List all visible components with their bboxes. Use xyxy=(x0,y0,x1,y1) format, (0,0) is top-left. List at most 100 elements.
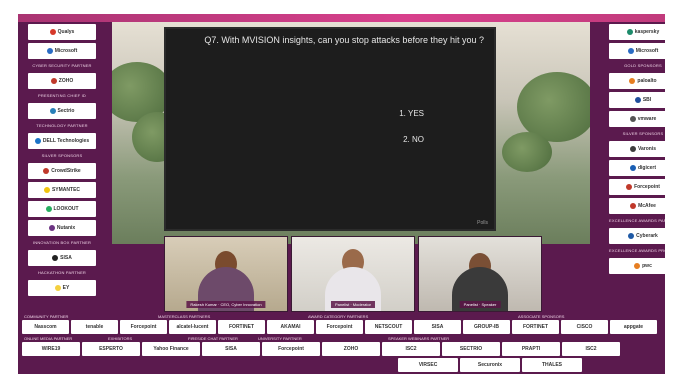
video-tile[interactable]: Panelist · Moderator xyxy=(291,236,415,312)
video-tile[interactable]: Panelist · Speaker xyxy=(418,236,542,312)
footer-sponsor-logo[interactable]: FORTINET xyxy=(512,320,559,334)
footer-sponsor-logo[interactable]: SECTRIO xyxy=(442,342,500,356)
logo-text: LOOKOUT xyxy=(53,206,79,212)
sponsor-logo[interactable]: SBI xyxy=(609,92,665,108)
logo-text: kaspersky xyxy=(634,29,660,35)
footer-sponsor-logo[interactable]: Nasscom xyxy=(22,320,69,334)
logo-text: digicert xyxy=(637,165,657,171)
sponsor-category-caption: SILVER SPONSORS xyxy=(41,153,83,158)
logo-mark-icon xyxy=(634,97,641,103)
logo-text: SYMANTEC xyxy=(51,187,81,193)
footer-sponsor-logo[interactable]: NETSCOUT xyxy=(365,320,412,334)
footer-sponsor-logo[interactable]: SISA xyxy=(414,320,461,334)
option-label: NO xyxy=(412,135,424,144)
footer-sponsor-logo[interactable]: Forcepoint xyxy=(262,342,320,356)
sponsor-category-caption: CYBER SECURITY PARTNER xyxy=(32,63,92,68)
footer-sponsor-logo[interactable]: tenable xyxy=(71,320,118,334)
sponsor-logo[interactable]: EY xyxy=(28,280,96,296)
footer-sponsor-logo[interactable]: THALES xyxy=(522,358,582,372)
participant-role: CEO, Cyber Innovation xyxy=(220,302,262,307)
logo-text: Nutanix xyxy=(56,225,76,231)
sponsor-logo[interactable]: Varonis xyxy=(609,141,665,157)
sponsor-logo[interactable]: Forcepoint xyxy=(609,179,665,195)
logo-mark-icon xyxy=(45,206,52,212)
sponsor-logo[interactable]: CrowdStrike xyxy=(28,163,96,179)
participant-name: Rakesh Kumar xyxy=(190,302,217,307)
sponsor-logo[interactable]: Qualys xyxy=(28,24,96,40)
sponsor-logo[interactable]: Nutanix xyxy=(28,220,96,236)
sponsor-logo[interactable]: vmware xyxy=(609,111,665,127)
sponsor-logo[interactable]: SYMANTEC xyxy=(28,182,96,198)
video-tile[interactable]: Rakesh Kumar · CEO, Cyber Innovation xyxy=(164,236,288,312)
top-banner xyxy=(18,14,665,22)
sponsor-category-caption: TECHNOLOGY PARTNER xyxy=(36,123,88,128)
footer-sponsor-logo[interactable]: Yahoo Finance xyxy=(142,342,200,356)
footer-sponsor-logo[interactable]: AKAMAI xyxy=(267,320,314,334)
participant-name: Panelist xyxy=(463,302,478,307)
footer-sponsor-logo[interactable]: SISA xyxy=(202,342,260,356)
logo-mark-icon xyxy=(626,184,633,190)
logo-mark-icon xyxy=(629,165,636,171)
footer-sponsor-logo[interactable]: Forcepoint xyxy=(120,320,167,334)
sponsor-logo[interactable]: McAfee xyxy=(609,198,665,214)
footer-caption: MASTERCLASS PARTNERS xyxy=(158,314,211,319)
sponsor-logo[interactable]: digicert xyxy=(609,160,665,176)
footer-sponsor-logo[interactable]: PRAPTI xyxy=(502,342,560,356)
logo-text: ZOHO xyxy=(58,78,74,84)
event-frame: Qualys Microsoft CYBER SECURITY PARTNER ZOH… xyxy=(18,14,665,374)
sponsor-logo[interactable]: Cyberark xyxy=(609,228,665,244)
participant-role: Speaker xyxy=(481,302,497,307)
footer-sponsor-logo[interactable]: alcatel-lucent xyxy=(169,320,216,334)
footer-sponsor-logo[interactable]: ISC2 xyxy=(562,342,620,356)
footer-sponsor-logo[interactable]: Securonix xyxy=(460,358,520,372)
logo-text: Microsoft xyxy=(54,48,78,54)
footer-sponsor-logo[interactable]: ESPERTO xyxy=(82,342,140,356)
footer-sponsor-logo[interactable]: appgate xyxy=(610,320,657,334)
footer-caption: FIRESIDE CHAT PARTNER xyxy=(188,336,238,341)
sponsor-logo[interactable]: Microsoft xyxy=(609,43,665,59)
logo-text: Cyberark xyxy=(636,233,658,239)
sponsor-category-caption: SILVER SPONSORS xyxy=(622,131,664,136)
footer-sponsor-logo[interactable]: GROUP-IB xyxy=(463,320,510,334)
participant-name: Panelist xyxy=(334,302,350,307)
logo-mark-icon xyxy=(46,48,53,54)
footer-sponsor-logo[interactable]: ZOHO xyxy=(322,342,380,356)
sponsor-logo[interactable]: Sectrio xyxy=(28,103,96,119)
participant-role: Moderator xyxy=(352,302,372,307)
poll-option-no[interactable]: 2. NO xyxy=(403,135,424,144)
logo-text: CrowdStrike xyxy=(51,168,81,174)
logo-text: McAfee xyxy=(638,203,656,209)
sponsor-logo[interactable]: paloalto xyxy=(609,73,665,89)
logo-mark-icon xyxy=(43,187,50,193)
sponsor-category-caption: PRESENTING CHIEF ID xyxy=(37,93,87,98)
sponsor-logo[interactable]: LOOKOUT xyxy=(28,201,96,217)
footer-sponsor-logo[interactable]: WIRE19 xyxy=(22,342,80,356)
footer-sponsor-logo[interactable]: FORTINET xyxy=(218,320,265,334)
sponsor-logo[interactable]: DELL Technologies xyxy=(28,133,96,149)
footer-sponsor-logo[interactable]: ISC2 xyxy=(382,342,440,356)
option-label: YES xyxy=(407,109,424,118)
sponsor-category-caption: EXCELLENCE AWARDS PROVISION PARTNER xyxy=(609,248,665,253)
sponsor-category-caption: GOLD SPONSORS xyxy=(624,63,662,68)
sponsor-logo[interactable]: SISA xyxy=(28,250,96,266)
footer-caption: ASSOCIATE SPONSORS xyxy=(518,314,565,319)
logo-mark-icon xyxy=(628,233,635,239)
logo-text: DELL Technologies xyxy=(42,138,90,144)
logo-text: SBI xyxy=(642,97,652,103)
sponsor-category-caption: INNOVATION BOX PARTNER xyxy=(32,240,92,245)
right-sponsor-sidebar: kaspersky Microsoft GOLD SPONSORS paloalto S… xyxy=(609,24,665,274)
logo-mark-icon xyxy=(52,255,59,261)
footer-sponsor-logo[interactable]: CISCO xyxy=(561,320,608,334)
footer-caption: AWARD CATEGORY PARTNERS xyxy=(308,314,369,319)
logo-mark-icon xyxy=(34,138,41,144)
poll-option-yes[interactable]: 1. YES xyxy=(399,109,424,118)
footer-sponsor-logo[interactable]: VIRSEC xyxy=(398,358,458,372)
sponsor-logo[interactable]: pwc xyxy=(609,258,665,274)
sponsor-logo[interactable]: Microsoft xyxy=(28,43,96,59)
logo-mark-icon xyxy=(627,48,634,54)
footer-sponsor-logo[interactable]: Forcepoint xyxy=(316,320,363,334)
logo-mark-icon xyxy=(629,116,636,122)
sponsor-logo[interactable]: kaspersky xyxy=(609,24,665,40)
footer-caption: EXHIBITORS xyxy=(108,336,133,341)
sponsor-logo[interactable]: ZOHO xyxy=(28,73,96,89)
